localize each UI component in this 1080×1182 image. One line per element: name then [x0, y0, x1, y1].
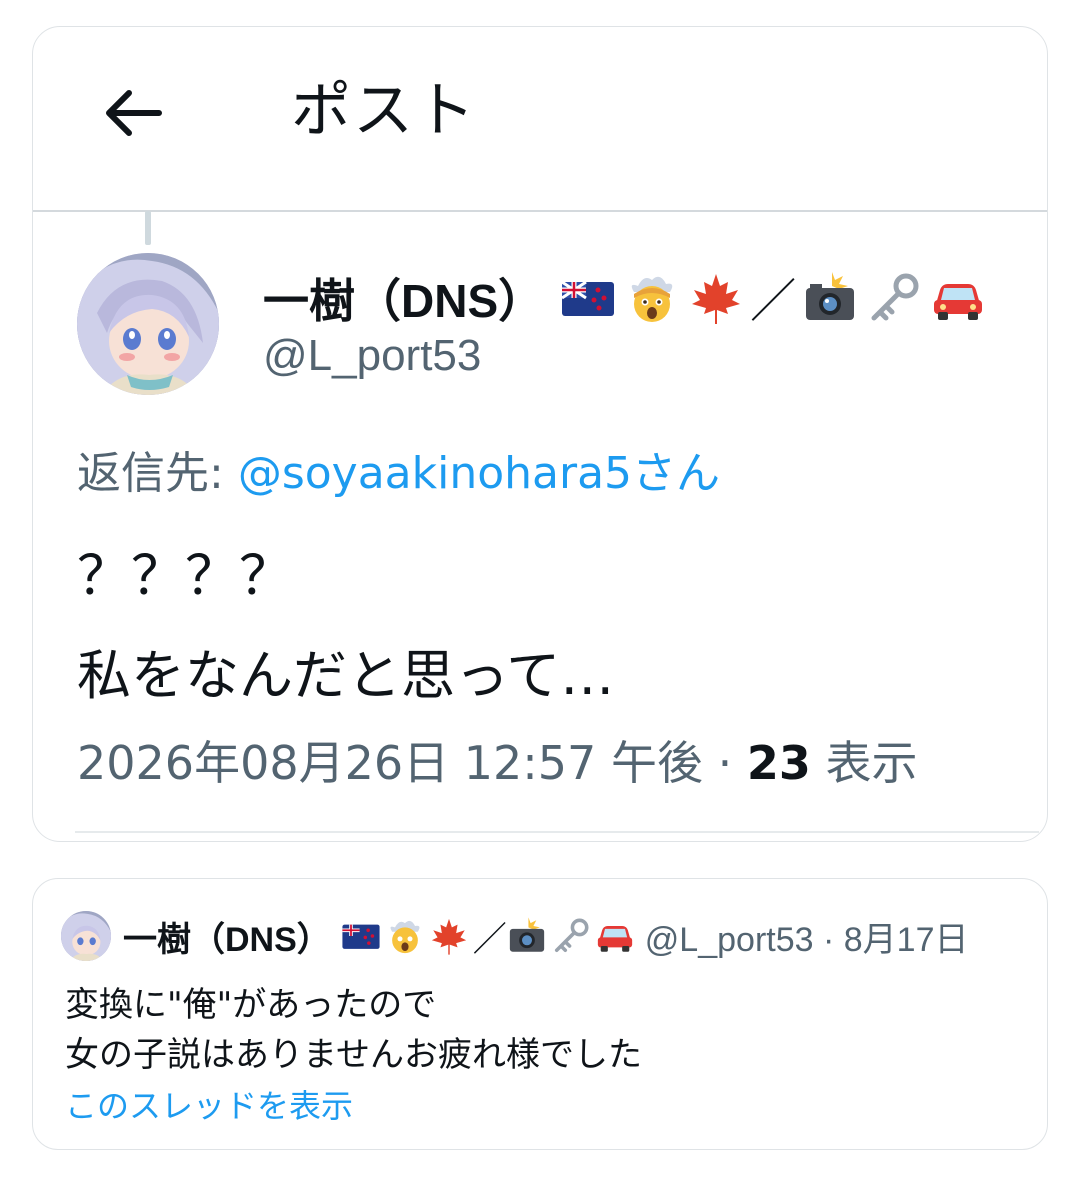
- page-title: ポスト: [291, 76, 477, 146]
- quoted-display-name[interactable]: 一樹（DNS）: [123, 912, 331, 961]
- page-header: ポスト: [33, 27, 1047, 212]
- author-name-row[interactable]: 一樹（DNS） ／: [263, 265, 994, 331]
- divider: [75, 831, 1039, 833]
- quoted-name-slash: ／: [472, 920, 507, 959]
- name-slash: ／: [750, 275, 797, 327]
- exploding-head-icon: [390, 920, 420, 954]
- post-text-line-1: ？？？？: [77, 544, 293, 607]
- reply-to-label: 返信先:: [77, 448, 238, 499]
- nz-flag-icon: [342, 924, 380, 949]
- camera-flash-icon: [806, 272, 855, 320]
- reply-to-link[interactable]: @soyaakinohara5さん: [238, 448, 720, 499]
- post-meta: 2026年08月26日 12:57 午後 · 23 表示: [77, 727, 917, 793]
- avatar[interactable]: [77, 253, 219, 395]
- key-icon: [871, 273, 919, 321]
- quoted-header: 一樹（DNS） ／ @L_port53 · 8月17日: [123, 909, 968, 963]
- exploding-head-icon: [631, 276, 673, 322]
- views-count: 23: [746, 736, 811, 790]
- quoted-avatar[interactable]: [61, 911, 111, 961]
- maple-leaf-icon: [431, 918, 466, 955]
- show-thread-link[interactable]: このスレッドを表示: [65, 1081, 353, 1127]
- arrow-left-icon[interactable]: [101, 81, 165, 145]
- car-icon: [934, 284, 983, 320]
- nz-flag-icon: [561, 280, 615, 316]
- post-detail-card: ポスト 一樹（DNS） ／ @L_port53 返信先: @soyaakinoh…: [32, 26, 1048, 842]
- quoted-handle-date[interactable]: @L_port53 · 8月17日: [645, 912, 969, 961]
- camera-flash-icon: [509, 917, 544, 952]
- views-label: 表示: [810, 736, 918, 790]
- post-text-line-2: 私をなんだと思って…: [77, 644, 615, 707]
- meta-separator: ·: [702, 736, 747, 790]
- quoted-text-line-1: 変換に"俺"があったので: [65, 985, 437, 1025]
- display-name[interactable]: 一樹（DNS）: [263, 265, 544, 331]
- author-handle[interactable]: @L_port53: [263, 331, 481, 381]
- quoted-text-line-2: 女の子説はありませんお疲れ様でした: [65, 1035, 642, 1075]
- quoted-post-card[interactable]: 一樹（DNS） ／ @L_port53 · 8月17日 変換に"俺"があったので…: [32, 878, 1048, 1150]
- reply-to: 返信先: @soyaakinohara5さん: [77, 437, 720, 501]
- maple-leaf-icon: [692, 274, 741, 324]
- key-icon: [554, 918, 589, 953]
- car-icon: [597, 926, 632, 952]
- thread-connector: [145, 211, 151, 245]
- post-timestamp[interactable]: 2026年08月26日 12:57 午後: [77, 736, 703, 790]
